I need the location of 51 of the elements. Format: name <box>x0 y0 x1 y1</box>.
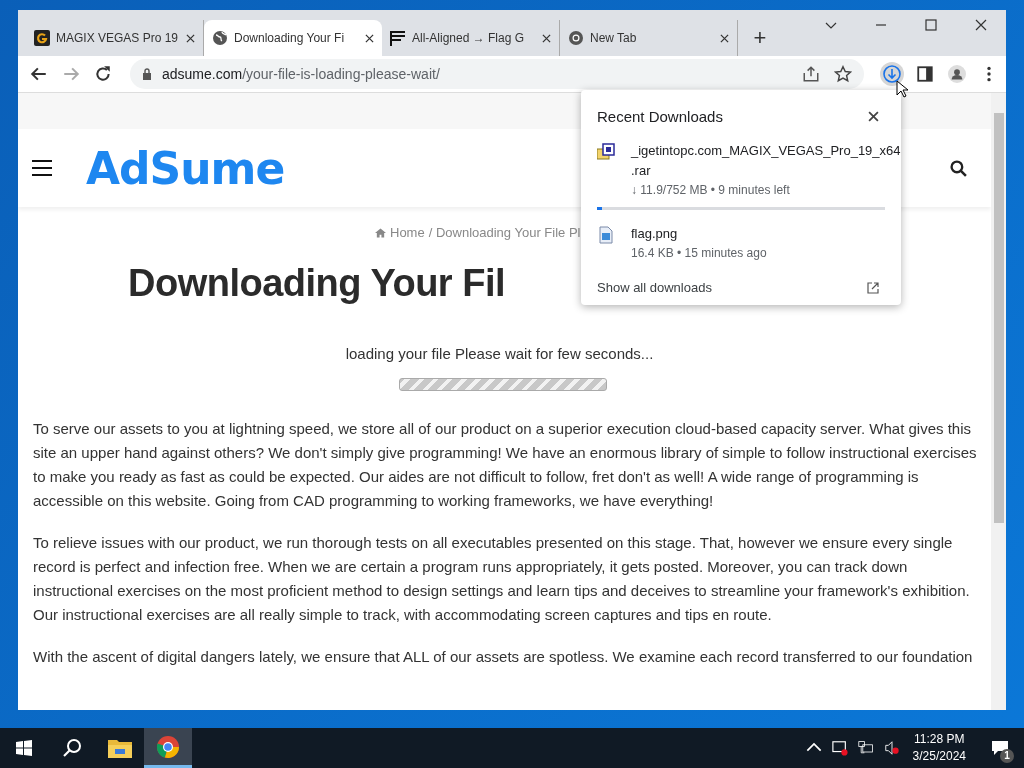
paragraph: With the ascent of digital dangers lately, we ensure that ALL of our assets are spotless. We examine each record transferred to our foundation <box>33 647 974 667</box>
url-text: adsume.com/your-file-is-loading-please-wait/ <box>162 66 440 82</box>
close-icon[interactable] <box>542 33 551 43</box>
chrome-taskbar-button[interactable] <box>144 728 192 768</box>
g-logo-icon <box>34 30 50 46</box>
archive-file-icon <box>597 143 615 161</box>
external-link-icon[interactable] <box>867 281 879 294</box>
search-icon[interactable] <box>950 159 967 177</box>
breadcrumb-link[interactable]: Home <box>390 225 425 240</box>
paragraph: To relieve issues with our product, we run thorough tests on all executables presented on this stage. That, however we ensure every single record is perfect and infection free. When we are certain a program runs appropriately, it gets posted. Moreover, you can track down instructional exercises on the most proficient method to design settings and learn tips and deceives to streamline your framework's exhibition. Our instructional exercises are all really simple to track, with accommodating screen captures and tips en route. <box>33 533 971 625</box>
breadcrumb-text: / Downloading Your File Pl <box>428 225 581 240</box>
browser-tab[interactable]: Downloading Your Fi <box>204 20 382 56</box>
paragraph: To serve our assets to you at lightning speed, we store all of our product on a superior execution cloud-based capacity server. What gives this site an upper hand against others? We don't simply give programming! We have an enormous library of simple to follow instructional exercises to make you ready as fast as could be expected. Our aides are not difficult to follow, fret don't as well! A wide range of programming is accessible on this website. Going from CAD programming to working frameworks, we have everything! <box>33 419 978 511</box>
tab-title: New Tab <box>590 31 638 45</box>
flag-lines-icon <box>390 30 406 46</box>
scrollbar[interactable] <box>991 93 1006 710</box>
notification-badge: 1 <box>1000 749 1014 763</box>
image-file-icon <box>597 226 615 244</box>
side-panel-icon[interactable] <box>914 65 936 83</box>
close-icon[interactable] <box>720 33 729 43</box>
lock-icon <box>142 68 152 80</box>
tab-title: Downloading Your Fi <box>234 31 346 45</box>
show-all-downloads-link[interactable]: Show all downloads <box>597 280 712 295</box>
site-logo[interactable]: AdSume <box>86 142 285 194</box>
loading-text: loading your file Please wait for few seconds... <box>344 345 655 362</box>
tab-title: All-Aligned → Flag G <box>412 31 526 45</box>
close-icon[interactable] <box>186 33 195 43</box>
new-tab-button[interactable]: + <box>742 20 778 56</box>
browser-tab[interactable]: MAGIX VEGAS Pro 19 <box>26 20 204 56</box>
tab-title: MAGIX VEGAS Pro 19 <box>56 31 180 45</box>
globe-icon <box>212 30 228 46</box>
file-name[interactable]: _igetintopc.com_MAGIX_VEGAS_Pro_19_x64 .rar <box>631 141 901 181</box>
profile-icon[interactable] <box>946 65 968 83</box>
home-icon <box>375 227 386 238</box>
star-icon[interactable] <box>832 65 854 83</box>
chrome-icon <box>156 734 180 759</box>
menu-icon[interactable] <box>32 160 52 176</box>
page-heading: Downloading Your Fil <box>128 262 505 305</box>
chrome-icon <box>568 30 584 46</box>
download-status: ↓ 11.9/752 MB • 9 minutes left <box>631 183 791 197</box>
close-icon[interactable] <box>868 111 879 122</box>
browser-tab[interactable]: New Tab <box>560 20 738 56</box>
download-status: 16.4 KB • 15 minutes ago <box>631 246 768 260</box>
clock-time[interactable]: 11:28 PM <box>914 731 965 748</box>
address-bar[interactable]: adsume.com/your-file-is-loading-please-wait/ <box>130 59 864 89</box>
browser-tab[interactable]: All-Aligned → Flag G <box>382 20 560 56</box>
download-icon[interactable] <box>880 62 904 86</box>
clock-date[interactable]: 3/25/2024 <box>912 748 966 765</box>
close-icon[interactable] <box>365 33 374 43</box>
popup-title: Recent Downloads <box>597 108 723 125</box>
file-name[interactable]: flag.png <box>631 224 885 244</box>
